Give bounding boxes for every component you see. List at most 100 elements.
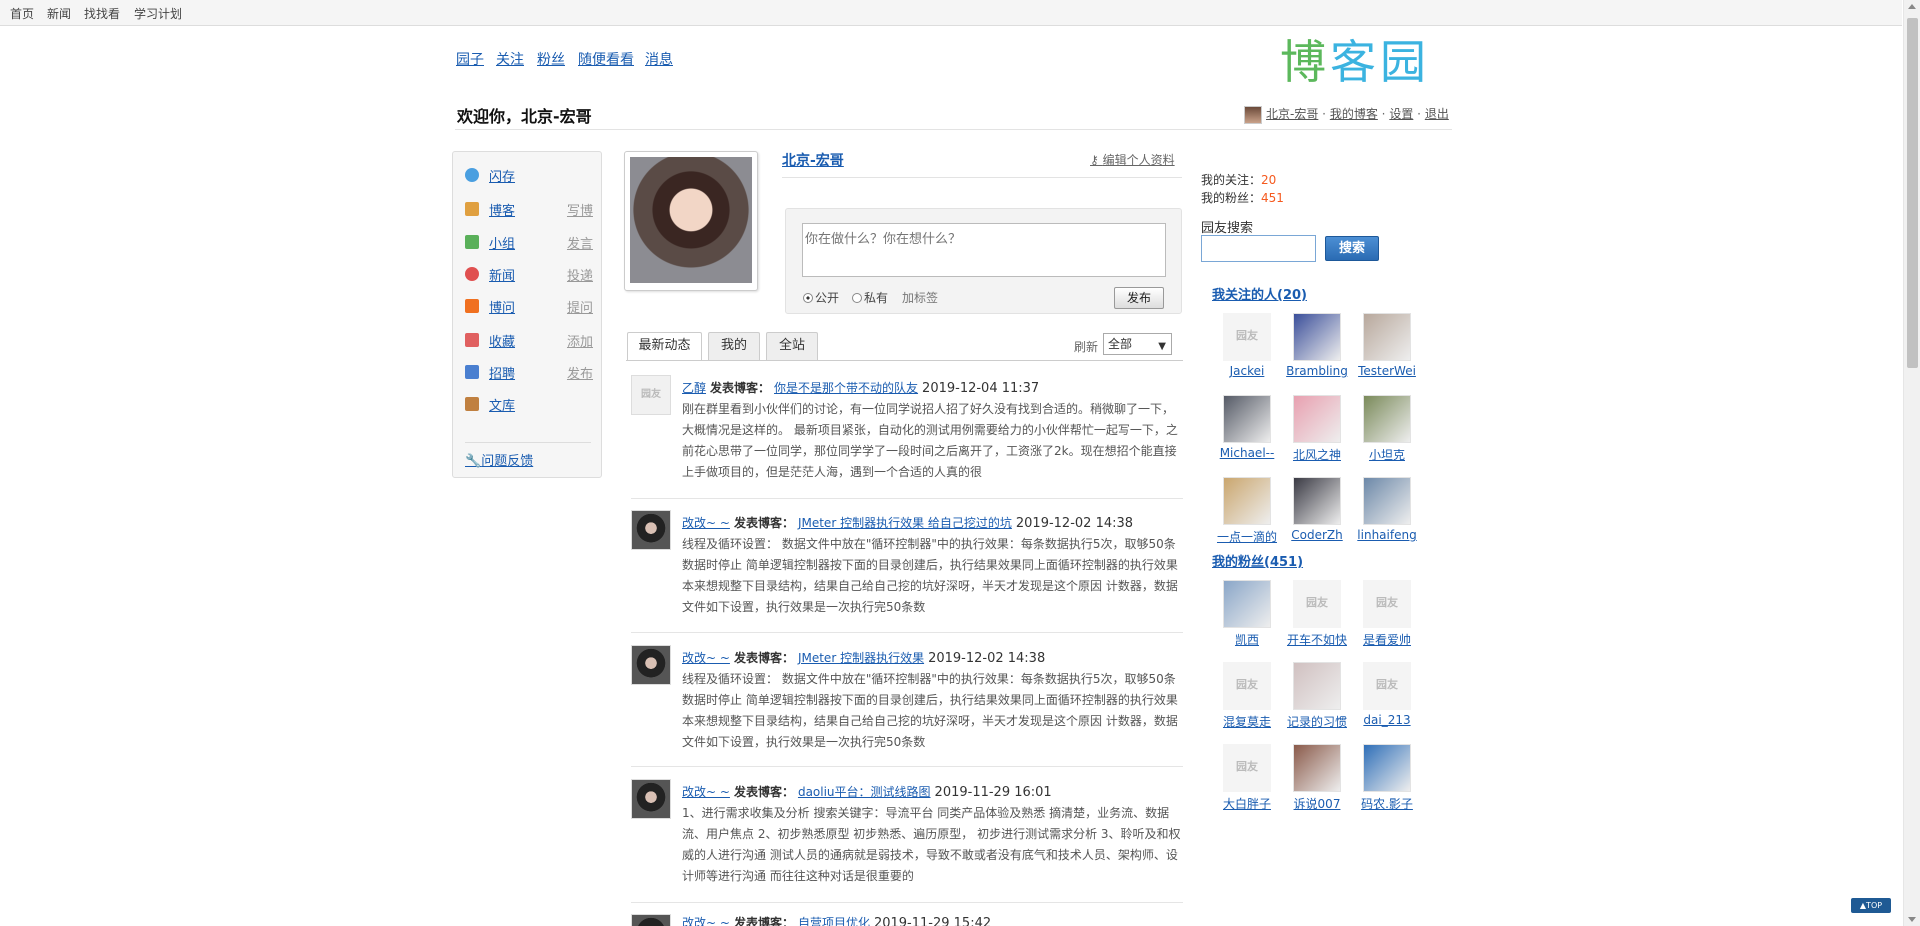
person-card[interactable]: 园友 Jackei xyxy=(1216,313,1278,385)
person-avatar[interactable] xyxy=(1223,580,1271,628)
person-avatar[interactable] xyxy=(1293,395,1341,443)
top-link-news[interactable]: 新闻 xyxy=(47,5,71,22)
tab-mine[interactable]: 我的 xyxy=(708,332,760,360)
person-avatar[interactable] xyxy=(1223,477,1271,525)
feed-avatar[interactable]: 园友 xyxy=(631,375,671,415)
feedback-label[interactable]: 问题反馈 xyxy=(481,454,533,469)
following-heading[interactable]: 我关注的人(20) xyxy=(1212,284,1307,303)
menu-item-news[interactable]: 新闻 投递 xyxy=(465,265,593,285)
back-to-top-button[interactable]: ▲TOP xyxy=(1851,898,1891,913)
profile-avatar[interactable] xyxy=(624,151,758,291)
person-card[interactable]: 园友 开车不如快 xyxy=(1286,580,1348,652)
person-name-link[interactable]: 北风之神 xyxy=(1286,446,1348,463)
menu-item-question[interactable]: 博问 提问 xyxy=(465,297,593,317)
scroll-up-icon[interactable] xyxy=(1908,4,1916,9)
person-card[interactable]: 北风之神 xyxy=(1286,395,1348,467)
person-card[interactable]: 一点一滴的 xyxy=(1216,477,1278,549)
user-search-button[interactable]: 搜索 xyxy=(1325,236,1379,261)
user-search-input[interactable] xyxy=(1201,235,1316,262)
person-name-link[interactable]: TesterWei xyxy=(1356,364,1418,378)
feed-author-link[interactable]: 改改~ ~ xyxy=(682,916,730,926)
top-link-study-plan[interactable]: 学习计划 xyxy=(134,5,182,22)
person-avatar[interactable] xyxy=(1223,395,1271,443)
person-name-link[interactable]: 记录的习惯 xyxy=(1286,713,1348,730)
menu-item-group[interactable]: 小组 发言 xyxy=(465,233,593,253)
feed-title-link[interactable]: 你是不是那个带不动的队友 xyxy=(774,381,918,395)
person-card[interactable]: 凯西 xyxy=(1216,580,1278,652)
menu-item-jobs[interactable]: 招聘 发布 xyxy=(465,363,593,383)
person-card[interactable]: 记录的习惯 xyxy=(1286,662,1348,734)
person-name-link[interactable]: Michael-- xyxy=(1216,446,1278,460)
person-card[interactable]: linhaifeng xyxy=(1356,477,1418,549)
private-radio[interactable]: 私有 xyxy=(852,289,888,306)
person-avatar[interactable] xyxy=(1363,395,1411,443)
tab-latest[interactable]: 最新动态 xyxy=(627,332,702,361)
person-card[interactable]: Brambling xyxy=(1286,313,1348,385)
person-avatar[interactable] xyxy=(1293,662,1341,710)
feed-title-link[interactable]: JMeter 控制器执行效果 xyxy=(798,651,924,665)
scrollbar-thumb[interactable] xyxy=(1907,18,1918,368)
person-avatar[interactable]: 园友 xyxy=(1363,580,1411,628)
person-card[interactable]: CoderZh xyxy=(1286,477,1348,549)
feedback-link[interactable]: 🔧问题反馈 xyxy=(465,450,533,469)
user-avatar[interactable] xyxy=(1244,105,1262,124)
person-card[interactable]: 码农.影子 xyxy=(1356,744,1418,816)
menu-item-library[interactable]: 文库 xyxy=(465,395,593,415)
person-avatar[interactable] xyxy=(1293,744,1341,792)
menu-action-add[interactable]: 添加 xyxy=(567,331,593,350)
menu-label[interactable]: 新闻 xyxy=(489,265,515,284)
person-name-link[interactable]: dai_213 xyxy=(1356,713,1418,727)
menu-label[interactable]: 博客 xyxy=(489,200,515,219)
person-name-link[interactable]: 大白胖子 xyxy=(1216,795,1278,812)
menu-action-write[interactable]: 写博 xyxy=(567,200,593,219)
feed-avatar[interactable] xyxy=(631,779,671,819)
tab-sitewide[interactable]: 全站 xyxy=(766,332,818,360)
feed-title-link[interactable]: daoliu平台：测试线路图 xyxy=(798,785,931,799)
feed-author-link[interactable]: 改改~ ~ xyxy=(682,785,730,799)
feed-title-link[interactable]: JMeter 控制器执行效果 给自己挖过的坑 xyxy=(798,516,1012,530)
person-name-link[interactable]: 凯西 xyxy=(1216,631,1278,648)
page-scrollbar[interactable] xyxy=(1903,0,1920,926)
person-card[interactable]: TesterWei xyxy=(1356,313,1418,385)
refresh-filter-select[interactable]: 全部 ▼ xyxy=(1103,333,1172,355)
person-card[interactable]: Michael-- xyxy=(1216,395,1278,467)
person-name-link[interactable]: 诉说007 xyxy=(1286,795,1348,812)
feed-avatar[interactable] xyxy=(631,510,671,550)
menu-action-ask[interactable]: 提问 xyxy=(567,297,593,316)
profile-name-link[interactable]: 北京-宏哥 xyxy=(782,150,844,170)
menu-item-flash[interactable]: 闪存 xyxy=(465,166,593,186)
nav-messages[interactable]: 消息 xyxy=(645,49,673,69)
person-avatar[interactable]: 园友 xyxy=(1363,662,1411,710)
person-name-link[interactable]: 一点一滴的 xyxy=(1216,528,1278,545)
person-card[interactable]: 园友 是看爱帅 xyxy=(1356,580,1418,652)
person-name-link[interactable]: 是看爱帅 xyxy=(1356,631,1418,648)
person-avatar[interactable] xyxy=(1293,477,1341,525)
nav-garden[interactable]: 园子 xyxy=(456,49,484,69)
menu-label[interactable]: 招聘 xyxy=(489,363,515,382)
menu-action-publish[interactable]: 发布 xyxy=(567,363,593,382)
publish-button[interactable]: 发布 xyxy=(1114,287,1164,309)
person-name-link[interactable]: 混复莫走 xyxy=(1216,713,1278,730)
feed-author-link[interactable]: 乙醇 xyxy=(682,381,706,395)
feed-title-link[interactable]: 自营项目优化 xyxy=(798,916,870,926)
user-name-link[interactable]: 北京-宏哥 xyxy=(1266,107,1318,121)
edit-profile-link[interactable]: ⚷ 编辑个人资料 xyxy=(1090,151,1175,168)
person-card[interactable]: 小坦克 xyxy=(1356,395,1418,467)
person-card[interactable]: 园友 dai_213 xyxy=(1356,662,1418,734)
my-blog-link[interactable]: 我的博客 xyxy=(1330,107,1378,121)
menu-label[interactable]: 文库 xyxy=(489,395,515,414)
person-name-link[interactable]: 码农.影子 xyxy=(1356,795,1418,812)
logout-link[interactable]: 退出 xyxy=(1425,107,1449,121)
person-name-link[interactable]: linhaifeng xyxy=(1356,528,1418,542)
feed-author-link[interactable]: 改改~ ~ xyxy=(682,516,730,530)
person-avatar[interactable]: 园友 xyxy=(1223,744,1271,792)
person-name-link[interactable]: CoderZh xyxy=(1286,528,1348,542)
menu-item-favorites[interactable]: 收藏 添加 xyxy=(465,331,593,351)
menu-label[interactable]: 收藏 xyxy=(489,331,515,350)
person-card[interactable]: 诉说007 xyxy=(1286,744,1348,816)
status-input[interactable] xyxy=(802,223,1166,277)
person-card[interactable]: 园友 大白胖子 xyxy=(1216,744,1278,816)
public-radio[interactable]: 公开 xyxy=(803,289,839,306)
feed-author-link[interactable]: 改改~ ~ xyxy=(682,651,730,665)
nav-following[interactable]: 关注 xyxy=(496,49,524,69)
